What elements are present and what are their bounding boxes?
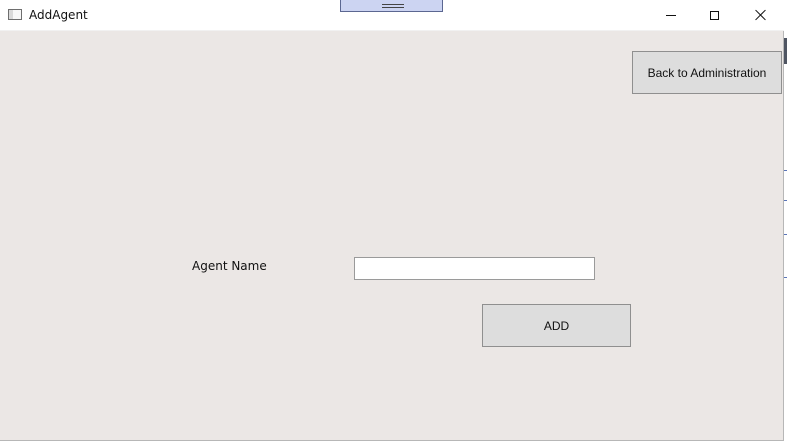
agent-name-input[interactable]	[354, 257, 595, 280]
add-agent-button[interactable]: ADD	[482, 304, 631, 347]
close-button[interactable]	[738, 0, 783, 30]
screen: AddAgent Back to Administration Agent Na…	[0, 0, 787, 443]
minimize-button[interactable]	[648, 0, 693, 30]
close-icon	[755, 9, 767, 21]
agent-name-label: Agent Name	[192, 259, 267, 273]
window-title: AddAgent	[29, 8, 88, 22]
back-to-administration-button[interactable]: Back to Administration	[632, 51, 782, 94]
add-agent-window: AddAgent Back to Administration Agent Na…	[0, 0, 784, 441]
maximize-button[interactable]	[692, 0, 737, 30]
minimize-icon	[665, 14, 676, 16]
window-app-icon	[8, 9, 22, 20]
maximize-icon	[710, 10, 719, 20]
top-drag-handle[interactable]	[340, 0, 443, 12]
